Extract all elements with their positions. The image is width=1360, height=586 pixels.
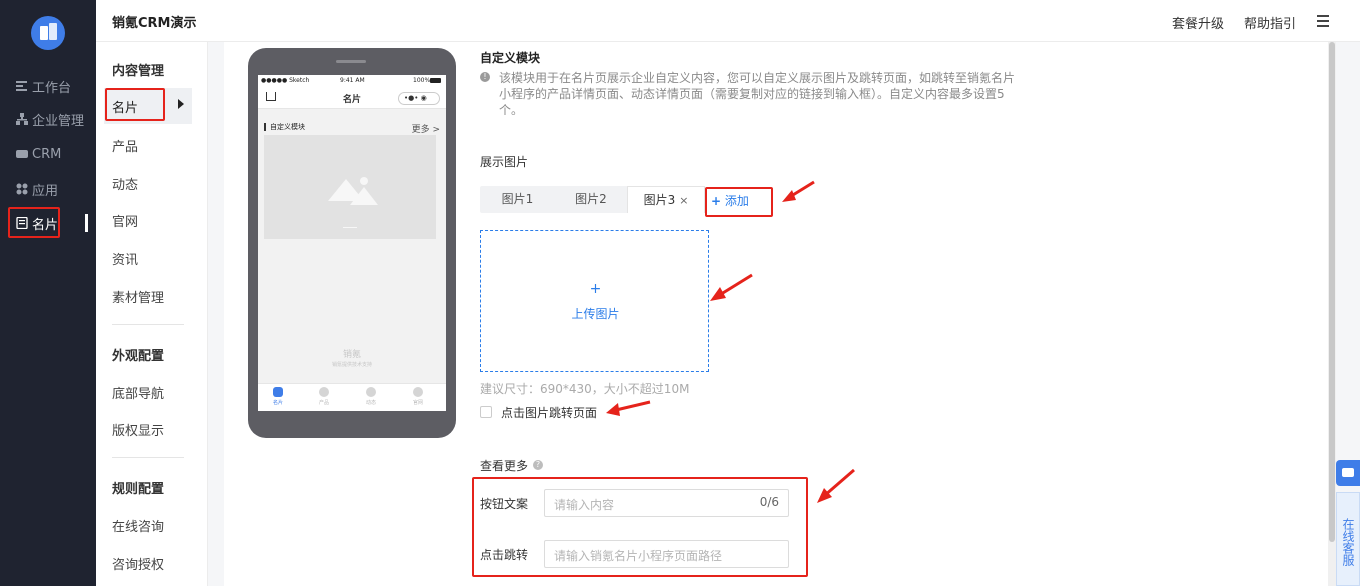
annotation-arrow-icon — [710, 273, 753, 301]
annotation-arrow-icon — [606, 400, 651, 416]
battery-icon — [430, 78, 441, 83]
subnav-item-copyright[interactable]: 版权显示 — [112, 420, 164, 439]
online-service-tab[interactable]: 在线客服 — [1336, 492, 1360, 586]
plus-icon: + — [589, 281, 602, 297]
help-link[interactable]: 帮助指引 — [1244, 13, 1296, 32]
see-more-label: 查看更多 — [480, 459, 529, 473]
annotation-arrow-icon — [782, 180, 815, 202]
subnav-group-title: 规则配置 — [112, 482, 165, 497]
sub-nav: 内容管理 名片 产品 动态 官网 资讯 素材管理 外观配置 底部导航 版权显示 … — [96, 42, 208, 586]
active-indicator — [85, 214, 88, 232]
subnav-item-news[interactable]: 资讯 — [112, 249, 138, 268]
phone-brand-logo: 销氪 — [342, 350, 361, 360]
phone-speaker — [336, 60, 366, 63]
miniprogram-capsule: •●• ◉ — [398, 92, 440, 105]
status-battery: 100% — [413, 77, 431, 84]
top-bar: 销氪CRM演示 套餐升级 帮助指引 — [96, 0, 1360, 42]
info-icon: ! — [480, 72, 490, 82]
phone-tab-website: 官网 — [408, 387, 428, 406]
highlight-box — [472, 477, 808, 577]
upload-label: 上传图片 — [571, 307, 620, 321]
main-nav: 工作台 企业管理 CRM 应用 名片 — [0, 0, 96, 586]
subnav-item-assets[interactable]: 素材管理 — [112, 287, 164, 306]
help-icon[interactable]: ? — [533, 460, 543, 470]
phone-nav-bar: 名片 •●• ◉ — [258, 87, 446, 109]
phone-tab-moments: 动态 — [361, 387, 381, 406]
image-placeholder-icon — [264, 135, 436, 239]
subnav-item-moments[interactable]: 动态 — [112, 174, 138, 193]
nav-item-apps[interactable]: 应用 — [0, 175, 96, 203]
image-tab-2[interactable]: 图片2 — [555, 186, 627, 213]
crm-icon — [16, 148, 28, 160]
nav-item-label: 应用 — [32, 183, 59, 199]
app-logo[interactable] — [31, 16, 65, 50]
phone-preview: ●●●●● Sketch 9:41 AM 100% 名片 •●• ◉ 自定义模块… — [248, 48, 456, 438]
phone-more-link: 更多 > — [411, 125, 440, 135]
phone-tab-card: 名片 — [268, 387, 288, 406]
subnav-group-title: 内容管理 — [112, 64, 165, 79]
phone-tab-product: 产品 — [314, 387, 334, 406]
org-icon — [16, 113, 28, 125]
highlight-box — [105, 88, 165, 121]
nav-item-crm[interactable]: CRM — [0, 140, 96, 168]
jump-checkbox-label[interactable]: 点击图片跳转页面 — [501, 404, 597, 421]
subnav-item-bottom-nav[interactable]: 底部导航 — [112, 383, 164, 402]
upgrade-link[interactable]: 套餐升级 — [1172, 13, 1224, 32]
menu-icon[interactable] — [1317, 15, 1329, 27]
app-title: 销氪CRM演示 — [112, 16, 197, 31]
image-tab-label: 图片3 — [643, 193, 676, 207]
phone-brand-sub: 销氪提供技术支持 — [331, 362, 372, 368]
nav-item-label: CRM — [32, 146, 62, 162]
divider — [112, 457, 184, 458]
subnav-item-consult-auth[interactable]: 咨询授权 — [112, 554, 164, 573]
section-title: 自定义模块 — [480, 51, 541, 65]
close-icon[interactable]: × — [679, 194, 688, 207]
upload-image-area[interactable]: + 上传图片 — [480, 230, 709, 372]
section-description: 该模块用于在名片页展示企业自定义内容，您可以自定义展示图片及跳转页面，如跳转至销… — [499, 71, 1016, 117]
phone-tab-bar: 名片 产品 动态 官网 — [258, 383, 446, 411]
subnav-item-online-consult[interactable]: 在线咨询 — [112, 516, 164, 535]
image-tab-3[interactable]: 图片3 × — [627, 186, 705, 213]
apps-icon — [16, 183, 28, 195]
chat-icon[interactable] — [1336, 460, 1360, 486]
subnav-group-title: 外观配置 — [112, 349, 165, 364]
status-carrier: ●●●●● Sketch — [261, 77, 310, 84]
annotation-arrow-icon — [817, 468, 855, 503]
image-tab-1[interactable]: 图片1 — [480, 186, 555, 213]
highlight-box — [705, 187, 773, 217]
nav-item-workbench[interactable]: 工作台 — [0, 72, 96, 100]
nav-item-enterprise[interactable]: 企业管理 — [0, 105, 96, 133]
jump-checkbox[interactable] — [480, 406, 492, 418]
highlight-box — [8, 207, 60, 238]
nav-item-label: 企业管理 — [32, 113, 85, 129]
divider — [112, 324, 184, 325]
phone-screen: ●●●●● Sketch 9:41 AM 100% 名片 •●• ◉ 自定义模块… — [258, 75, 446, 411]
caret-right-icon — [178, 99, 184, 109]
nav-item-label: 工作台 — [32, 80, 72, 96]
status-time: 9:41 AM — [340, 77, 365, 84]
phone-module-title: 自定义模块 — [264, 123, 305, 131]
display-images-label: 展示图片 — [480, 155, 529, 169]
phone-status-bar: ●●●●● Sketch 9:41 AM 100% — [258, 75, 446, 87]
scrollbar-thumb[interactable] — [1329, 42, 1335, 542]
dashboard-icon — [16, 80, 28, 92]
size-hint: 建议尺寸：690*430，大小不超过10M — [480, 382, 690, 396]
subnav-item-product[interactable]: 产品 — [112, 136, 138, 155]
subnav-item-website[interactable]: 官网 — [112, 211, 138, 230]
image-tabs: 图片1 图片2 图片3 × — [480, 186, 705, 213]
